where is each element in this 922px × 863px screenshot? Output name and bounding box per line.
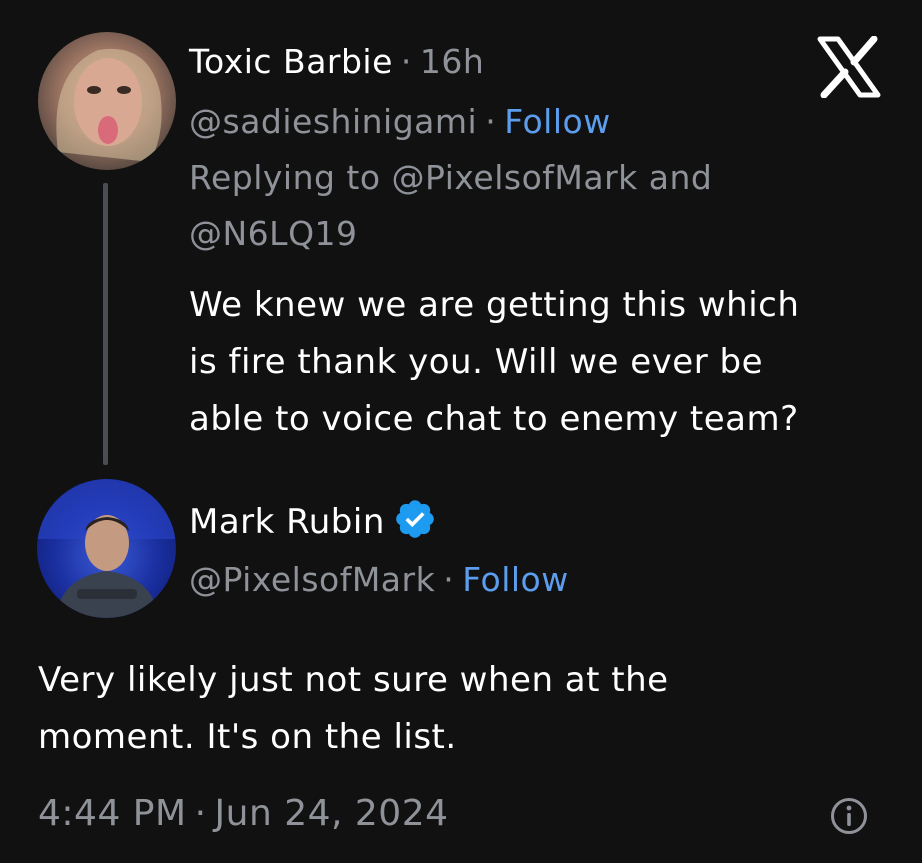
tweet-time: 4:44 PM <box>38 793 187 834</box>
reply-handle-line: @sadieshinigami · Follow <box>189 102 611 142</box>
separator-dot: · <box>194 793 207 834</box>
separator-dot: · <box>443 560 455 599</box>
avatar-portrait-image <box>56 48 162 162</box>
main-author-line: Mark Rubin <box>189 497 437 542</box>
thread-connector-line <box>103 183 108 465</box>
main-tweet-body: Very likely just not sure when at the mo… <box>38 652 669 766</box>
avatar-portrait-image <box>37 479 176 618</box>
replying-user-link[interactable]: @PixelsofMark <box>392 158 638 197</box>
follow-button[interactable]: Follow <box>462 560 569 599</box>
replying-and: and <box>648 158 713 197</box>
reply-tweet-body: We knew we are getting this which is fir… <box>189 277 799 448</box>
replying-to-line-2: @N6LQ19 <box>189 214 358 254</box>
avatar-toxic-barbie[interactable] <box>38 32 176 170</box>
x-logo-icon[interactable] <box>816 36 882 98</box>
tweet-timestamp[interactable]: 4:44 PM · Jun 24, 2024 <box>38 794 449 834</box>
follow-button[interactable]: Follow <box>504 102 611 141</box>
main-body-line: Very likely just not sure when at the <box>38 660 669 700</box>
main-body-line: moment. It's on the list. <box>38 717 457 757</box>
main-handle[interactable]: @PixelsofMark <box>189 560 435 599</box>
replying-prefix: Replying to <box>189 158 381 197</box>
main-handle-line: @PixelsofMark · Follow <box>189 560 569 600</box>
main-display-name[interactable]: Mark Rubin <box>189 502 385 542</box>
replying-to-line: Replying to @PixelsofMark and <box>189 158 712 198</box>
reply-body-line: We knew we are getting this which <box>189 285 800 325</box>
replying-user-link[interactable]: @N6LQ19 <box>189 214 358 253</box>
avatar-mark-rubin[interactable] <box>37 479 176 618</box>
separator-dot: · <box>485 102 497 141</box>
separator-dot: · <box>400 42 412 81</box>
reply-body-line: able to voice chat to enemy team? <box>189 399 799 439</box>
reply-time[interactable]: 16h <box>420 42 484 81</box>
reply-handle[interactable]: @sadieshinigami <box>189 102 477 141</box>
verified-badge-icon <box>396 500 434 538</box>
reply-body-line: is fire thank you. Will we ever be <box>189 342 763 382</box>
tweet-date: Jun 24, 2024 <box>214 793 449 834</box>
reply-author-line: Toxic Barbie · 16h <box>189 42 484 82</box>
reply-display-name[interactable]: Toxic Barbie <box>189 42 393 81</box>
info-icon[interactable] <box>829 796 869 836</box>
